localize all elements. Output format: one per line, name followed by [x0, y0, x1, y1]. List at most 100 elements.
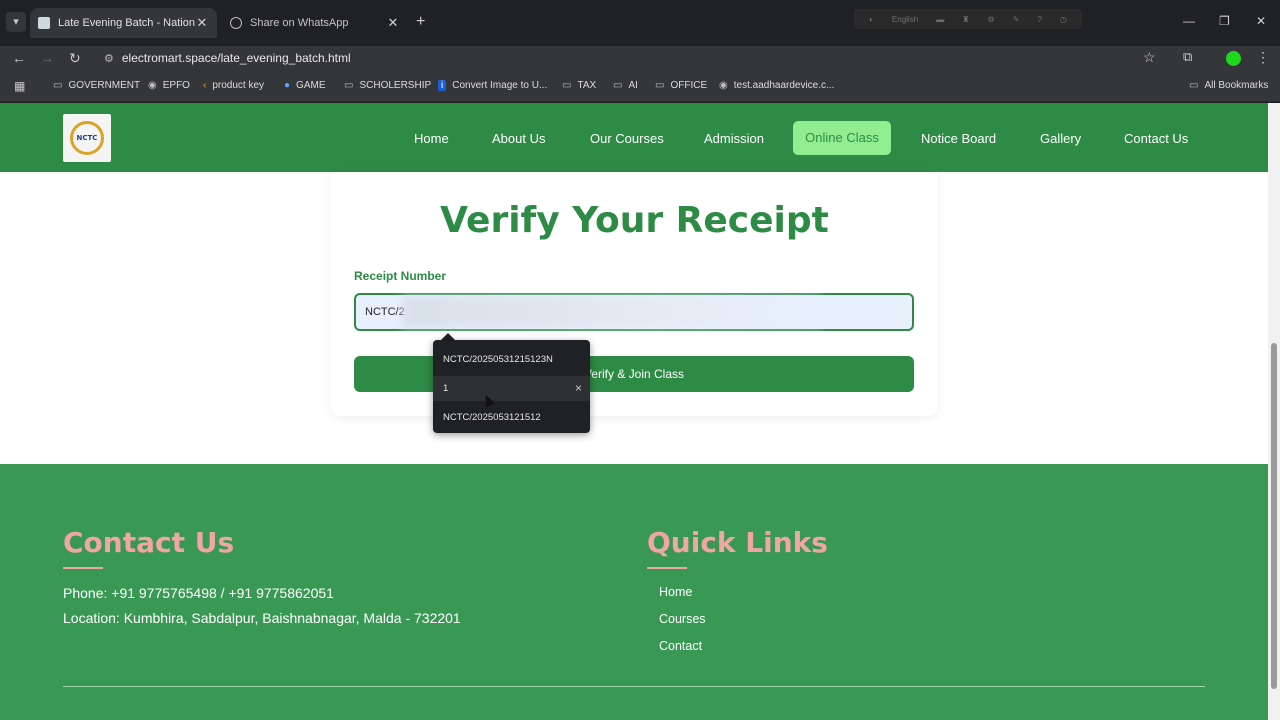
extension-icon[interactable]: ♜	[962, 15, 969, 24]
bookmark-tax[interactable]: ▭ TAX	[562, 80, 596, 91]
nav-our-courses[interactable]: Our Courses	[590, 131, 664, 146]
autocomplete-option[interactable]: NCTC/20250531215123N	[433, 347, 590, 372]
bookmark-label: GOVERNMENT	[68, 80, 141, 91]
all-bookmarks-label: All Bookmarks	[1204, 80, 1269, 91]
footer-quick-links-heading: Quick Links	[647, 526, 828, 559]
footer-link-courses[interactable]: Courses	[659, 612, 706, 626]
logo-emblem-icon: NCTC	[70, 121, 104, 155]
minimize-icon[interactable]: —	[1183, 14, 1195, 28]
nav-about-us[interactable]: About Us	[492, 131, 545, 146]
apps-grid-icon[interactable]: ▦	[14, 79, 25, 93]
page-title: Verify Your Receipt	[440, 200, 829, 241]
tab-title: Late Evening Batch - National C	[58, 17, 195, 29]
extension-icon[interactable]: ▬	[936, 15, 944, 24]
folder-icon: ▭	[1189, 80, 1199, 91]
scrollbar-thumb[interactable]	[1271, 343, 1277, 689]
folder-icon: ▭	[53, 80, 63, 91]
url-text[interactable]: electromart.space/late_evening_batch.htm…	[122, 51, 351, 65]
site-logo[interactable]: NCTC	[63, 114, 111, 162]
pen-icon[interactable]: ✎	[1013, 15, 1020, 24]
globe-icon: ●	[284, 80, 291, 91]
autocomplete-option-text: 1	[443, 383, 449, 394]
clock-icon[interactable]: ◷	[1060, 15, 1067, 24]
bookmark-scholership[interactable]: ▭ SCHOLERSHIP	[344, 80, 431, 91]
bookmark-star-icon[interactable]: ☆	[1143, 49, 1156, 66]
heading-underline	[63, 567, 103, 569]
bookmark-label: GAME	[296, 80, 326, 91]
bookmark-product-key[interactable]: ‹ product key	[203, 80, 264, 91]
redacted-input-overlay	[402, 296, 822, 328]
bookmark-label: TAX	[577, 80, 597, 91]
all-bookmarks[interactable]: ▭ All Bookmarks	[1189, 80, 1268, 91]
bookmark-label: SCHOLERSHIP	[359, 80, 432, 91]
nav-contact-us[interactable]: Contact Us	[1124, 131, 1188, 146]
bookmark-label: Convert Image to U...	[452, 80, 548, 91]
globe-icon	[230, 17, 242, 29]
bookmark-government[interactable]: ▭ GOVERNMENT	[53, 80, 140, 91]
extensions-icon[interactable]: ⧉	[1183, 49, 1192, 65]
bookmark-label: AI	[628, 80, 638, 91]
reload-icon[interactable]: ↻	[69, 50, 81, 67]
bookmark-label: test.aadhaardevice.c...	[733, 80, 835, 91]
page-scrollbar[interactable]	[1268, 103, 1280, 720]
bookmark-ai[interactable]: ▭ AI	[613, 80, 638, 91]
nav-gallery[interactable]: Gallery	[1040, 131, 1081, 146]
footer-divider	[63, 686, 1205, 687]
folder-icon: ▭	[613, 80, 623, 91]
footer-contact-heading: Contact Us	[63, 526, 235, 559]
new-tab-icon[interactable]: +	[416, 13, 425, 31]
browser-tab-bar: ▾ Late Evening Batch - National C ✕ Shar…	[0, 0, 1280, 46]
bookmark-office[interactable]: ▭ OFFICE	[655, 80, 707, 91]
tab-inactive[interactable]: Share on WhatsApp ✕	[222, 8, 408, 38]
bookmark-label: product key	[212, 80, 265, 91]
tab-active[interactable]: Late Evening Batch - National C ✕	[30, 8, 217, 38]
forward-icon[interactable]: →	[40, 50, 54, 66]
bookmark-convert-image[interactable]: i Convert Image to U...	[438, 80, 547, 91]
footer-phone: Phone: +91 9775765498 / +91 9775862051	[63, 585, 334, 601]
site-favicon-icon	[38, 17, 50, 29]
browser-menu-icon[interactable]: ⋮	[1256, 49, 1270, 66]
nav-home[interactable]: Home	[414, 131, 449, 146]
address-bar[interactable]: ⚙ electromart.space/late_evening_batch.h…	[98, 46, 1168, 70]
footer-link-home[interactable]: Home	[659, 585, 692, 599]
footer-location: Location: Kumbhira, Sabdalpur, Baishnabn…	[63, 610, 461, 626]
arrow-icon: ‹	[203, 80, 207, 91]
bookmark-game[interactable]: ● GAME	[284, 80, 326, 91]
autocomplete-option-text: NCTC/20250531215123N	[443, 354, 553, 365]
folder-icon: ▭	[655, 80, 665, 91]
site-info-icon[interactable]: ⚙	[104, 52, 114, 65]
site-footer: Contact Us Phone: +91 9775765498 / +91 9…	[0, 464, 1268, 720]
bookmark-label: OFFICE	[670, 80, 708, 91]
autocomplete-dropdown: NCTC/20250531215123N 1 × NCTC/20250531215…	[433, 340, 590, 433]
extension-icon[interactable]: ◐	[869, 15, 874, 24]
tab-list-icon[interactable]: ▾	[6, 12, 26, 32]
nav-online-class[interactable]: Online Class	[793, 121, 891, 155]
autocomplete-option[interactable]: 1 ×	[433, 376, 590, 401]
logo-text: NCTC	[76, 134, 98, 142]
back-icon[interactable]: ←	[12, 50, 26, 66]
folder-icon: ▭	[562, 80, 572, 91]
remove-suggestion-icon[interactable]: ×	[575, 376, 582, 401]
autocomplete-option-text: NCTC/2025053121512	[443, 412, 541, 423]
close-tab-icon[interactable]: ✕	[386, 15, 400, 31]
globe-icon: ◉	[719, 80, 728, 91]
bookmark-epfo[interactable]: ◉ EPFO	[148, 80, 190, 91]
nav-admission[interactable]: Admission	[704, 131, 764, 146]
autocomplete-option[interactable]: NCTC/2025053121512	[433, 405, 590, 430]
profile-avatar[interactable]	[1226, 51, 1241, 66]
globe-icon: ◉	[148, 80, 157, 91]
restore-icon[interactable]: ❐	[1219, 14, 1230, 28]
site-navbar: NCTC Home About Us Our Courses Admission…	[0, 103, 1268, 172]
help-icon[interactable]: ?	[1037, 15, 1041, 24]
close-tab-icon[interactable]: ✕	[195, 15, 209, 31]
close-window-icon[interactable]: ✕	[1256, 14, 1266, 28]
bookmark-test-aadhaar[interactable]: ◉ test.aadhaardevice.c...	[719, 80, 834, 91]
page-viewport: NCTC Home About Us Our Courses Admission…	[0, 103, 1268, 720]
footer-link-contact[interactable]: Contact	[659, 639, 702, 653]
extension-strip: ◐ English ▬ ♜ ⚙ ✎ ? ◷	[854, 9, 1082, 29]
settings-icon[interactable]: ⚙	[987, 15, 994, 24]
heading-underline	[647, 567, 687, 569]
nav-notice-board[interactable]: Notice Board	[921, 131, 996, 146]
language-label[interactable]: English	[892, 15, 918, 24]
bookmarks-bar: ▦ ▭ GOVERNMENT ◉ EPFO ‹ product key ● GAME ▭…	[0, 72, 1280, 102]
